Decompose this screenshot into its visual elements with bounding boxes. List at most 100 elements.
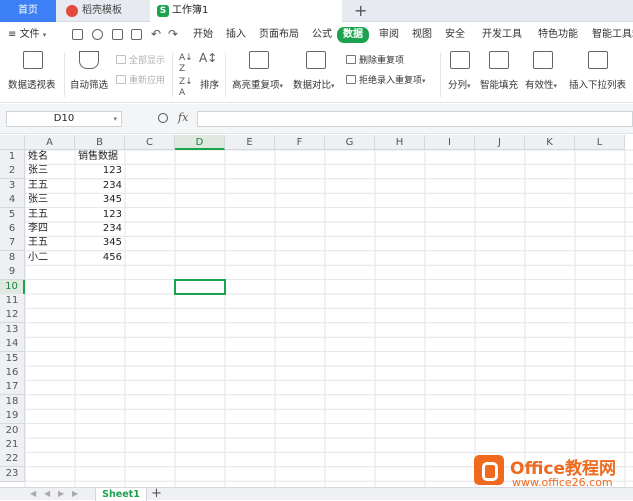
name-box[interactable]: D10 ▾	[6, 111, 122, 127]
row-header-10[interactable]: 10	[0, 279, 25, 295]
column-header-j[interactable]: J	[475, 135, 525, 150]
new-tab-button[interactable]: +	[354, 1, 367, 20]
row-header-11[interactable]: 11	[0, 294, 25, 309]
row-header-12[interactable]: 12	[0, 308, 25, 324]
column-header-f[interactable]: F	[275, 135, 325, 150]
cell-a5[interactable]: 王五	[25, 208, 75, 223]
file-menu[interactable]: ≡ 文件 ▾	[8, 28, 46, 42]
prev-sheet-icon[interactable]: ◀	[44, 489, 50, 498]
fx-icon[interactable]: fx	[178, 111, 188, 124]
row-header-21[interactable]: 21	[0, 438, 25, 453]
column-header-b[interactable]: B	[75, 135, 125, 150]
cell-b3[interactable]: 234	[75, 179, 125, 194]
column-header-h[interactable]: H	[375, 135, 425, 150]
selected-cell[interactable]	[174, 278, 226, 295]
column-header-i[interactable]: I	[425, 135, 475, 150]
formula-input[interactable]	[197, 111, 633, 127]
menu-smart-toolbox[interactable]: 智能工具箱	[592, 28, 633, 42]
row-header-1[interactable]: 1	[0, 150, 25, 165]
cell-a2[interactable]: 张三	[25, 164, 75, 179]
cell-b5[interactable]: 123	[75, 208, 125, 223]
export-icon[interactable]	[92, 29, 103, 40]
row-header-7[interactable]: 7	[0, 236, 25, 252]
select-all-corner[interactable]	[0, 135, 25, 150]
row-header-5[interactable]: 5	[0, 207, 25, 223]
column-header-k[interactable]: K	[525, 135, 575, 150]
data-compare-button[interactable]: 数据对比▾	[293, 51, 335, 91]
row-header-22[interactable]: 22	[0, 452, 25, 468]
reapply-button[interactable]: 重新应用	[116, 75, 165, 87]
validity-button[interactable]: 有效性▾	[525, 51, 557, 91]
remove-duplicates-button[interactable]: 删除重复项	[346, 55, 404, 67]
row-header-3[interactable]: 3	[0, 178, 25, 194]
print-icon[interactable]	[112, 29, 123, 40]
cell-b2[interactable]: 123	[75, 164, 125, 179]
cell-b7[interactable]: 345	[75, 236, 125, 251]
chevron-down-icon[interactable]: ▾	[113, 112, 117, 126]
next-sheet-icon[interactable]: ▶	[58, 489, 64, 498]
sort-descending-icon[interactable]: Z↓ A	[179, 77, 193, 99]
first-sheet-icon[interactable]: ◀	[30, 489, 36, 498]
row-header-14[interactable]: 14	[0, 337, 25, 353]
redo-icon[interactable]: ↷	[168, 27, 178, 41]
row-header-20[interactable]: 20	[0, 423, 25, 439]
column-header-c[interactable]: C	[125, 135, 175, 150]
cell-b8[interactable]: 456	[75, 251, 125, 266]
auto-filter-button[interactable]: 自动筛选	[70, 51, 108, 91]
show-all-button[interactable]: 全部显示	[116, 55, 165, 67]
cell-b6[interactable]: 234	[75, 222, 125, 237]
tab-home[interactable]: 首页	[0, 0, 56, 22]
column-header-g[interactable]: G	[325, 135, 375, 150]
cell-a7[interactable]: 王五	[25, 236, 75, 251]
spreadsheet-grid[interactable]: ABCDEFGHIJKL 1 2 3 4 5 6 7 8 9 10 11 12 13 14 15 16 17 18…	[0, 135, 633, 487]
row-header-4[interactable]: 4	[0, 193, 25, 209]
save-icon[interactable]	[72, 29, 83, 40]
row-header-19[interactable]: 19	[0, 409, 25, 425]
menu-review[interactable]: 审阅	[379, 28, 399, 42]
tab-docer-template[interactable]: 稻壳模板	[58, 0, 148, 22]
menu-special-features[interactable]: 特色功能	[538, 28, 578, 42]
menu-page-layout[interactable]: 页面布局	[259, 28, 299, 42]
add-sheet-button[interactable]: +	[151, 486, 162, 501]
cell-a1[interactable]: 姓名	[25, 150, 75, 165]
row-header-2[interactable]: 2	[0, 164, 25, 180]
cell-a4[interactable]: 张三	[25, 193, 75, 208]
menu-security[interactable]: 安全	[445, 28, 465, 42]
row-header-17[interactable]: 17	[0, 380, 25, 396]
zoom-icon[interactable]	[158, 113, 168, 123]
column-header-l[interactable]: L	[575, 135, 625, 150]
row-header-18[interactable]: 18	[0, 394, 25, 410]
row-header-23[interactable]: 23	[0, 466, 25, 482]
cell-a8[interactable]: 小二	[25, 251, 75, 266]
smart-fill-button[interactable]: 智能填充	[480, 51, 518, 91]
menu-data[interactable]: 数据	[337, 27, 369, 43]
cell-a3[interactable]: 王五	[25, 179, 75, 194]
menu-formulas[interactable]: 公式	[312, 28, 332, 42]
highlight-duplicates-button[interactable]: 高亮重复项▾	[232, 51, 283, 91]
split-column-button[interactable]: 分列▾	[448, 51, 471, 91]
reject-duplicates-button[interactable]: 拒绝录入重复项▾	[346, 75, 426, 87]
column-header-d[interactable]: D	[175, 135, 225, 150]
menu-view[interactable]: 视图	[412, 28, 432, 42]
insert-dropdown-button[interactable]: 插入下拉列表	[569, 51, 626, 91]
row-header-6[interactable]: 6	[0, 222, 25, 237]
cell-b1[interactable]: 销售数据	[75, 150, 125, 165]
column-header-a[interactable]: A	[25, 135, 75, 150]
undo-icon[interactable]: ↶	[151, 27, 161, 41]
cell-b4[interactable]: 345	[75, 193, 125, 208]
column-header-e[interactable]: E	[225, 135, 275, 150]
menu-home[interactable]: 开始	[193, 28, 213, 42]
menu-insert[interactable]: 插入	[226, 28, 246, 42]
last-sheet-icon[interactable]: ▶	[72, 489, 78, 498]
menu-developer[interactable]: 开发工具	[482, 28, 522, 42]
tab-workbook[interactable]: S 工作簿1	[150, 0, 342, 22]
row-header-15[interactable]: 15	[0, 351, 25, 367]
row-header-16[interactable]: 16	[0, 366, 25, 381]
sheet-tab[interactable]: Sheet1	[95, 488, 147, 501]
row-header-13[interactable]: 13	[0, 322, 25, 338]
row-header-9[interactable]: 9	[0, 265, 25, 281]
cell-a6[interactable]: 李四	[25, 222, 75, 237]
print-preview-icon[interactable]	[131, 29, 142, 40]
sort-ascending-icon[interactable]: A↓ Z	[179, 53, 193, 75]
row-header-8[interactable]: 8	[0, 250, 25, 266]
